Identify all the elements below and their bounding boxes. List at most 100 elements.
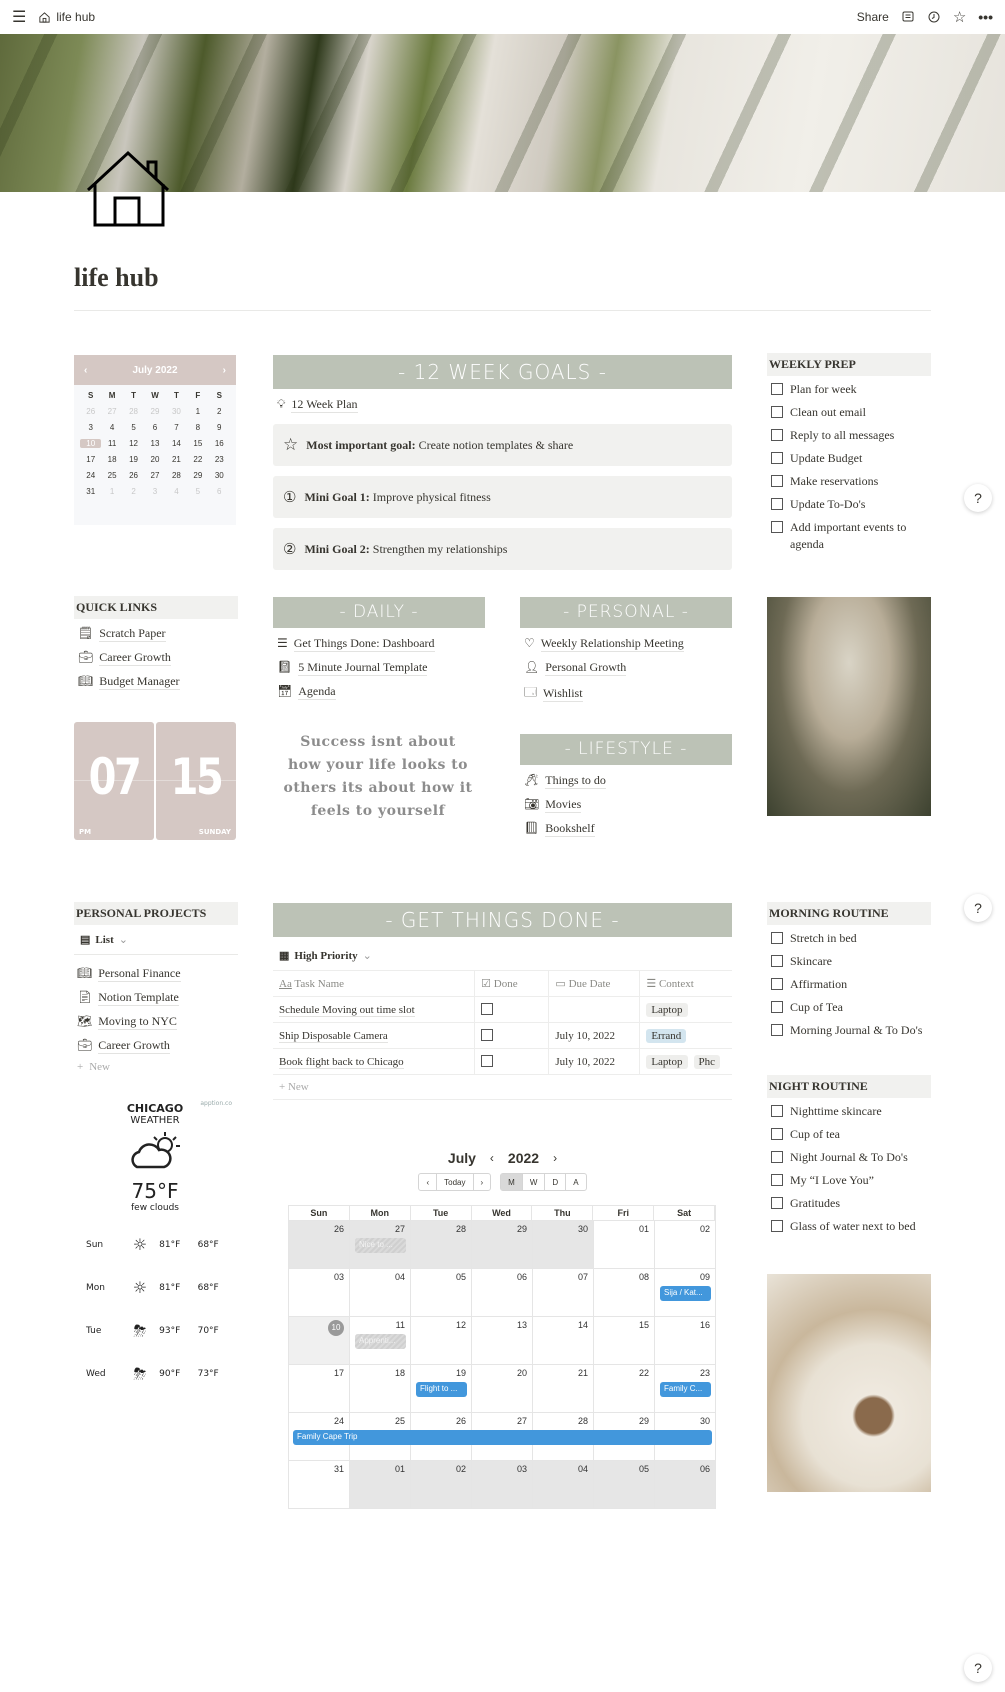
help-button[interactable]: ? xyxy=(964,1654,992,1682)
history-icon[interactable] xyxy=(927,10,941,24)
personal-link-growth[interactable]: 👤︎ Personal Growth xyxy=(524,659,732,676)
mini-calendar-day[interactable]: 13 xyxy=(144,439,165,448)
mini-calendar-day[interactable]: 19 xyxy=(123,455,144,464)
next-month-icon[interactable]: › xyxy=(223,365,226,376)
calendar-day[interactable]: 26 xyxy=(289,1221,350,1269)
calendar-day[interactable]: 18 xyxy=(350,1365,411,1413)
project-item[interactable]: 📖︎ Personal Finance xyxy=(77,965,238,982)
mini-calendar-day[interactable]: 21 xyxy=(166,455,187,464)
view-button-m[interactable]: M xyxy=(501,1174,523,1190)
mini-calendar-day[interactable]: 28 xyxy=(166,471,187,480)
mini-calendar-day[interactable]: 12 xyxy=(123,439,144,448)
night-routine-item[interactable]: Nighttime skincare xyxy=(771,1103,931,1120)
mini-calendar-day[interactable]: 2 xyxy=(123,487,144,496)
mini-calendar-day[interactable]: 10 xyxy=(80,439,102,448)
calendar-event[interactable]: Sija / Kat... xyxy=(660,1286,711,1301)
checkbox[interactable] xyxy=(771,1001,783,1013)
night-routine-item[interactable]: Night Journal & To Do's xyxy=(771,1149,931,1166)
checkbox[interactable] xyxy=(771,1151,783,1163)
weekly-prep-item[interactable]: Clean out email xyxy=(771,404,931,421)
calendar-day[interactable]: 29 xyxy=(472,1221,533,1269)
task-name[interactable]: Schedule Moving out time slot xyxy=(279,1003,415,1017)
mini-calendar-day[interactable]: 9 xyxy=(209,423,230,432)
checkbox[interactable] xyxy=(771,452,783,464)
next-year-icon[interactable]: › xyxy=(553,1151,557,1165)
calendar-day[interactable]: 14 xyxy=(533,1317,594,1365)
checkbox[interactable] xyxy=(771,1174,783,1186)
view-button-w[interactable]: W xyxy=(523,1174,546,1190)
prev-month-icon[interactable]: ‹ xyxy=(84,365,87,376)
calendar-day[interactable]: 21 xyxy=(533,1365,594,1413)
calendar-event[interactable]: Nice to ... xyxy=(355,1238,406,1253)
task-name-cell[interactable]: Ship Disposable Camera xyxy=(273,1022,475,1049)
calendar-day[interactable]: 05 xyxy=(594,1461,655,1509)
calendar-day[interactable]: 11 Apprenti... xyxy=(350,1317,411,1365)
weekly-prep-item[interactable]: Add important events to agenda xyxy=(771,519,931,553)
mini-calendar-day[interactable]: 23 xyxy=(209,455,230,464)
night-routine-item[interactable]: Glass of water next to bed xyxy=(771,1218,931,1235)
calendar-event[interactable]: Apprenti... xyxy=(355,1334,406,1349)
quick-link-scratch-paper[interactable]: 🗒︎ Scratch Paper xyxy=(78,625,238,642)
mini-calendar-day[interactable]: 6 xyxy=(209,487,230,496)
mini-calendar-day[interactable]: 5 xyxy=(187,487,208,496)
mini-calendar-day[interactable]: 6 xyxy=(144,423,165,432)
project-item[interactable]: 📄︎ Notion Template xyxy=(77,989,238,1006)
mini-calendar-day[interactable]: 29 xyxy=(187,471,208,480)
mini-calendar-day[interactable]: 28 xyxy=(123,407,144,416)
lifestyle-link-bookshelf[interactable]: 📕︎ Bookshelf xyxy=(524,820,732,837)
view-selector[interactable]: ▤ List ⌄ xyxy=(74,925,238,955)
checkbox[interactable] xyxy=(771,1024,783,1036)
house-page-icon[interactable] xyxy=(80,135,180,230)
checkbox[interactable] xyxy=(771,1128,783,1140)
mini-calendar-day[interactable]: 26 xyxy=(80,407,101,416)
help-button[interactable]: ? xyxy=(964,484,992,512)
mini-calendar-day[interactable]: 18 xyxy=(101,455,122,464)
mini-calendar-day[interactable]: 11 xyxy=(101,439,122,448)
calendar-day[interactable]: 03 xyxy=(289,1269,350,1317)
personal-link-relationship[interactable]: ♡ Weekly Relationship Meeting xyxy=(524,635,732,652)
mini-calendar-day[interactable]: 4 xyxy=(166,487,187,496)
new-task-button[interactable]: + New xyxy=(273,1075,732,1100)
mini-calendar-day[interactable]: 5 xyxy=(123,423,144,432)
mini-calendar-day[interactable]: 20 xyxy=(144,455,165,464)
daily-link-agenda[interactable]: 📅︎ Agenda xyxy=(277,683,485,700)
task-name[interactable]: Book flight back to Chicago xyxy=(279,1055,404,1069)
night-routine-item[interactable]: Cup of tea xyxy=(771,1126,931,1143)
quick-link-career-growth[interactable]: 💼︎ Career Growth xyxy=(78,649,238,666)
mini-calendar-day[interactable]: 3 xyxy=(144,487,165,496)
mini-calendar-day[interactable]: 30 xyxy=(209,471,230,480)
mini-calendar-day[interactable]: 31 xyxy=(80,487,101,496)
checkbox[interactable] xyxy=(771,429,783,441)
new-project-button[interactable]: + New xyxy=(77,1061,238,1073)
more-options-icon[interactable]: ••• xyxy=(978,9,993,25)
view-button-a[interactable]: A xyxy=(566,1174,585,1190)
comment-icon[interactable] xyxy=(901,10,915,24)
calendar-day[interactable]: 06 xyxy=(472,1269,533,1317)
checkbox[interactable] xyxy=(771,406,783,418)
mini-calendar-day[interactable]: 25 xyxy=(101,471,122,480)
quick-link-budget-manager[interactable]: 📖︎ Budget Manager xyxy=(78,673,238,690)
calendar-day[interactable]: 01 xyxy=(594,1221,655,1269)
project-item[interactable]: 🗺︎ Moving to NYC xyxy=(77,1013,238,1030)
calendar-day[interactable]: 01 xyxy=(350,1461,411,1509)
calendar-day[interactable]: 16 xyxy=(655,1317,716,1365)
sidebar-menu-icon[interactable]: ☰ xyxy=(12,7,26,27)
weekly-prep-item[interactable]: Make reservations xyxy=(771,473,931,490)
morning-routine-item[interactable]: Cup of Tea xyxy=(771,999,931,1016)
morning-routine-item[interactable]: Skincare xyxy=(771,953,931,970)
calendar-day[interactable]: 02 xyxy=(655,1221,716,1269)
calendar-day[interactable]: 15 xyxy=(594,1317,655,1365)
mini-calendar-day[interactable]: 15 xyxy=(187,439,208,448)
calendar-span-event[interactable]: Family Cape Trip xyxy=(293,1430,712,1445)
view-button-d[interactable]: D xyxy=(545,1174,567,1190)
done-checkbox[interactable] xyxy=(481,1003,494,1015)
calendar-day[interactable]: 06 xyxy=(655,1461,716,1509)
calendar-day[interactable]: 04 xyxy=(533,1461,594,1509)
table-row[interactable]: Ship Disposable Camera July 10, 2022 Erran… xyxy=(273,1022,732,1049)
calendar-day[interactable]: 04 xyxy=(350,1269,411,1317)
share-button[interactable]: Share xyxy=(857,10,889,24)
calendar-day[interactable]: 09 Sija / Kat... xyxy=(655,1269,716,1317)
calendar-day[interactable]: 05 xyxy=(411,1269,472,1317)
calendar-day[interactable]: 28 xyxy=(411,1221,472,1269)
night-routine-item[interactable]: Gratitudes xyxy=(771,1195,931,1212)
